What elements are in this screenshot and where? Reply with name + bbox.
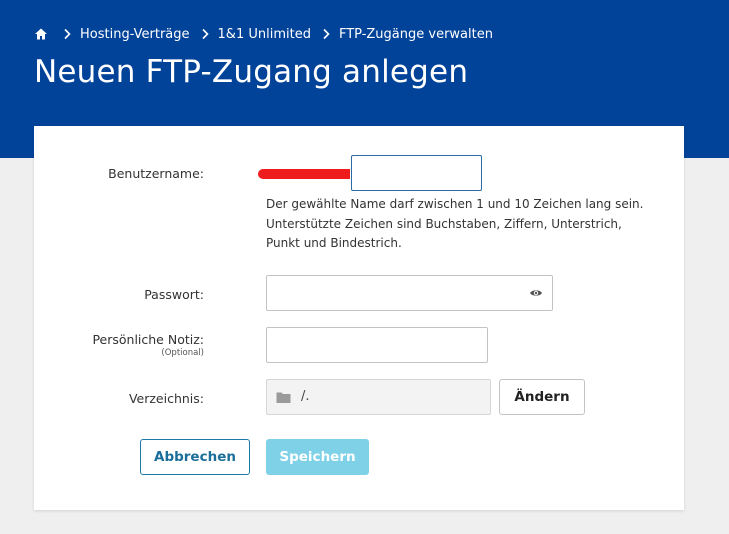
password-label: Passwort: [144,287,204,302]
chevron-right-icon [323,28,330,40]
redaction-mark [258,169,350,179]
ftp-form-card: Benutzername: Der gewählte Name darf zwi… [34,126,684,510]
breadcrumb: Hosting-Verträge 1&1 Unlimited FTP-Zugän… [34,25,493,43]
breadcrumb-hosting-vertraege[interactable]: Hosting-Verträge [80,27,190,42]
note-optional-text: (Optional) [161,348,204,358]
save-button[interactable]: Speichern [266,439,369,475]
password-input[interactable] [266,275,553,311]
note-input[interactable] [266,327,488,363]
breadcrumb-ftp-zugaenge[interactable]: FTP-Zugänge verwalten [339,27,493,42]
folder-icon [276,392,291,403]
change-directory-button[interactable]: Ändern [499,379,585,415]
chevron-right-icon [64,28,71,40]
directory-field: /. [266,379,491,415]
home-icon[interactable] [34,27,48,41]
directory-value: /. [301,389,310,404]
directory-label: Verzeichnis: [128,391,204,406]
page-title: Neuen FTP-Zugang anlegen [34,54,469,90]
cancel-button[interactable]: Abbrechen [140,439,250,475]
username-input[interactable] [351,155,482,191]
note-label: Persönliche Notiz: (Optional) [92,332,204,358]
username-label: Benutzername: [108,166,204,181]
breadcrumb-unlimited[interactable]: 1&1 Unlimited [218,27,311,42]
note-label-text: Persönliche Notiz: [92,332,204,347]
chevron-right-icon [201,28,209,40]
eye-icon[interactable] [529,286,543,300]
username-hint: Der gewählte Name darf zwischen 1 und 10… [266,197,644,250]
